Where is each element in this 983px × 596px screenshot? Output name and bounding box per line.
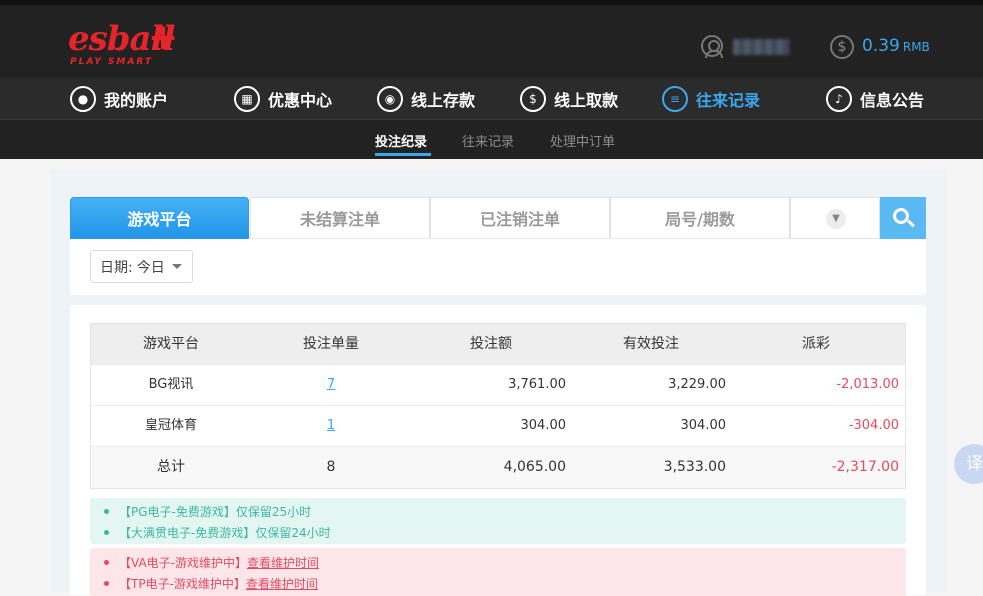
total-valid: 3,533.00 bbox=[663, 459, 726, 475]
bullet-dot bbox=[104, 530, 109, 535]
user-avatar-icon[interactable] bbox=[701, 35, 723, 58]
nav-label: 线上取款 bbox=[554, 91, 619, 110]
table-row: BG视讯 7 3,761.00 3,229.00 -2,013.00 bbox=[91, 365, 905, 406]
nav-withdraw[interactable]: $ 线上取款 bbox=[520, 78, 618, 120]
cell-platform: 皇冠体育 bbox=[144, 418, 197, 433]
balance-unit: RMB bbox=[902, 40, 930, 54]
header-count: 投注单量 bbox=[303, 336, 359, 352]
chevron-down-icon: ▼ bbox=[826, 209, 846, 229]
tab-game-platform[interactable]: 游戏平台 bbox=[70, 197, 249, 239]
nav-promotions[interactable]: ▦ 优惠中心 bbox=[234, 78, 332, 120]
nav-label: 信息公告 bbox=[860, 91, 925, 110]
records-icon: ≡ bbox=[662, 86, 688, 112]
top-header: esball + PLAY SMART $ 0.39 RMB bbox=[0, 0, 983, 78]
date-filter-select[interactable]: 日期: 今日 bbox=[90, 250, 193, 283]
cell-platform: BG视讯 bbox=[148, 377, 194, 392]
withdraw-icon: $ bbox=[520, 86, 546, 112]
balance-display: 0.39 RMB bbox=[862, 36, 930, 56]
search-button[interactable] bbox=[880, 197, 926, 239]
notice-item: 【VA电子-游戏维护中】 查看维护时间 bbox=[104, 554, 319, 571]
translate-button[interactable]: 译 bbox=[954, 444, 983, 484]
nav-deposit[interactable]: ◉ 线上存款 bbox=[377, 78, 475, 120]
subnav-bet-records[interactable]: 投注纪录 bbox=[375, 131, 427, 150]
cell-count: 1 bbox=[251, 406, 411, 446]
maintenance-notice: 【VA电子-游戏维护中】 查看维护时间 【TP电子-游戏维护中】 查看维护时间 bbox=[90, 548, 906, 596]
cell-valid: 3,229.00 bbox=[668, 377, 726, 392]
username-blurred[interactable] bbox=[733, 39, 789, 55]
bullet-dot bbox=[104, 509, 109, 514]
nav-records[interactable]: ≡ 往来记录 bbox=[662, 78, 760, 120]
gift-icon: ▦ bbox=[234, 86, 260, 112]
notice-item: 【PG电子-免费游戏】仅保留25小时 bbox=[104, 503, 311, 520]
cell-amount: 304.00 bbox=[520, 418, 567, 433]
search-icon-handle bbox=[907, 219, 915, 228]
count-link[interactable]: 1 bbox=[327, 418, 335, 433]
bet-summary-table: 游戏平台 投注单量 投注额 有效投注 派彩 BG视讯 7 3,761.00 3,… bbox=[90, 323, 906, 489]
subnav-active-indicator bbox=[375, 153, 431, 156]
header-valid: 有效投注 bbox=[623, 336, 679, 352]
total-amount: 4,065.00 bbox=[503, 459, 566, 475]
tab-round-number[interactable]: 局号/期数 bbox=[610, 197, 790, 239]
total-count: 8 bbox=[326, 459, 336, 475]
subnav-pending-orders[interactable]: 处理中订单 bbox=[550, 131, 615, 150]
nav-my-account[interactable]: ● 我的账户 bbox=[70, 78, 168, 120]
main-nav: ● 我的账户 ▦ 优惠中心 ◉ 线上存款 $ 线上取款 ≡ 往来记录 ♪ 信息公… bbox=[0, 78, 983, 120]
bullet-dot bbox=[104, 581, 109, 586]
total-label: 总计 bbox=[157, 459, 185, 475]
logo-plus: + bbox=[148, 17, 179, 58]
deposit-icon: ◉ bbox=[377, 86, 403, 112]
subnav-transaction-records[interactable]: 往来记录 bbox=[462, 131, 514, 150]
notice-item: 【大满贯电子-免费游戏】仅保留24小时 bbox=[104, 524, 331, 541]
cell-payout: -2,013.00 bbox=[836, 377, 899, 392]
user-icon: ● bbox=[70, 86, 96, 112]
bullet-dot bbox=[104, 560, 109, 565]
logo-tagline: PLAY SMART bbox=[70, 57, 153, 67]
table-header-row: 游戏平台 投注单量 投注额 有效投注 派彩 bbox=[91, 324, 905, 365]
date-label: 日期: bbox=[100, 259, 133, 276]
notice-text: 【TP电子-游戏维护中】 bbox=[119, 577, 246, 591]
tab-more-dropdown[interactable]: ▼ bbox=[790, 197, 880, 239]
esball-logo[interactable]: esball + PLAY SMART bbox=[68, 17, 179, 71]
notice-text: 【VA电子-游戏维护中】 bbox=[119, 556, 247, 570]
sub-nav: 投注纪录 往来记录 处理中订单 bbox=[0, 120, 983, 159]
nav-label: 线上存款 bbox=[411, 91, 476, 110]
notice-item: 【TP电子-游戏维护中】 查看维护时间 bbox=[104, 575, 318, 592]
nav-label: 优惠中心 bbox=[268, 91, 333, 110]
tab-unsettled-bets[interactable]: 未结算注单 bbox=[250, 197, 430, 239]
bell-icon: ♪ bbox=[826, 86, 852, 112]
nav-label: 往来记录 bbox=[696, 91, 761, 110]
notice-text: 【PG电子-免费游戏】仅保留25小时 bbox=[119, 505, 312, 519]
free-game-notice: 【PG电子-免费游戏】仅保留25小时 【大满贯电子-免费游戏】仅保留24小时 bbox=[90, 498, 906, 544]
dollar-coin-icon: $ bbox=[830, 35, 854, 59]
header-amount: 投注额 bbox=[470, 336, 512, 352]
tab-cancelled-bets[interactable]: 已注销注单 bbox=[430, 197, 610, 239]
maintenance-time-link[interactable]: 查看维护时间 bbox=[247, 554, 319, 571]
nav-label: 我的账户 bbox=[104, 91, 169, 110]
total-payout: -2,317.00 bbox=[831, 459, 899, 475]
table-row: 皇冠体育 1 304.00 304.00 -304.00 bbox=[91, 406, 905, 447]
count-link[interactable]: 7 bbox=[327, 377, 335, 392]
cell-amount: 3,761.00 bbox=[508, 377, 566, 392]
nav-announcements[interactable]: ♪ 信息公告 bbox=[826, 78, 924, 120]
notice-text: 【大满贯电子-免费游戏】仅保留24小时 bbox=[119, 526, 331, 540]
cell-count: 7 bbox=[251, 365, 411, 405]
cell-payout: -304.00 bbox=[848, 418, 899, 433]
cell-valid: 304.00 bbox=[680, 418, 727, 433]
header-platform: 游戏平台 bbox=[143, 336, 199, 352]
maintenance-time-link[interactable]: 查看维护时间 bbox=[246, 575, 318, 592]
balance-value: 0.39 bbox=[862, 36, 900, 56]
caret-down-icon bbox=[171, 264, 182, 269]
table-total-row: 总计 8 4,065.00 3,533.00 -2,317.00 bbox=[91, 447, 905, 488]
header-payout: 派彩 bbox=[802, 336, 830, 352]
date-value: 今日 bbox=[136, 259, 165, 276]
